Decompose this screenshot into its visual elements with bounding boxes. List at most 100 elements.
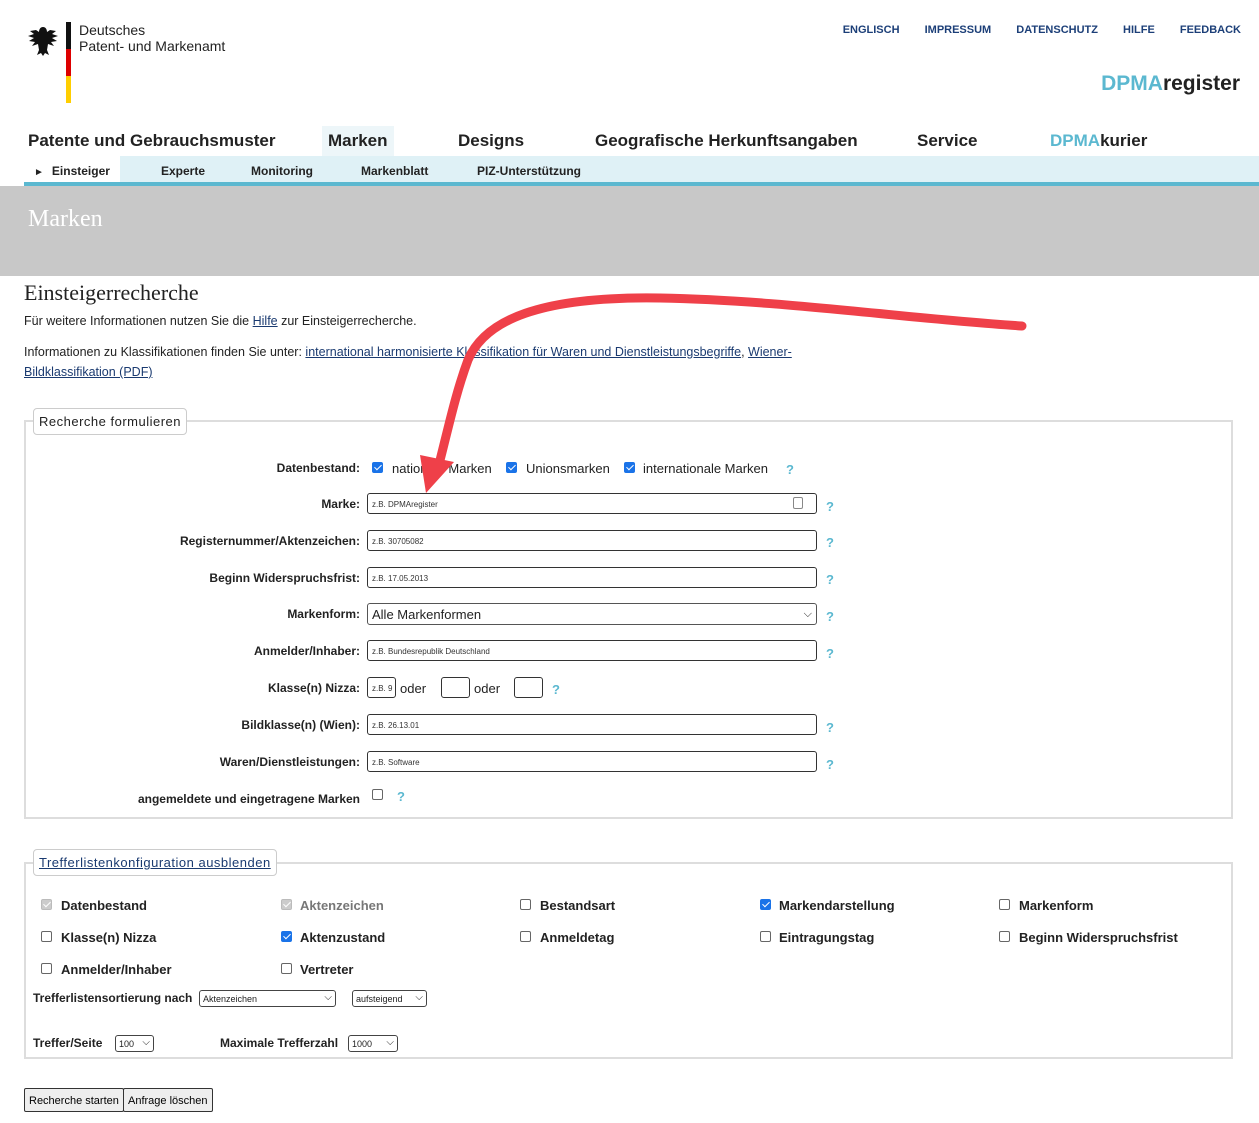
link-datenschutz[interactable]: DATENSCHUTZ	[1016, 24, 1098, 36]
anmelder-input[interactable]: z.B. Bundesrepublik Deutschland	[367, 640, 817, 661]
checkbox-col-datenbestand[interactable]	[41, 899, 52, 910]
help-widerspruchsfrist-icon[interactable]: ?	[826, 572, 834, 587]
org-name: Deutsches Patent- und Markenamt	[79, 22, 226, 54]
sort-field-select[interactable]: Aktenzeichen ⌵	[199, 990, 336, 1007]
help-klasse-nizza-icon[interactable]: ?	[552, 682, 560, 697]
checkbox-col-bestandsart[interactable]	[520, 899, 531, 910]
markenform-select[interactable]: Alle Markenformen ⌵	[367, 603, 817, 625]
checkbox-col-vertreter[interactable]	[281, 963, 292, 974]
nizza-classification-link[interactable]: international harmonisierte Klassifikati…	[305, 345, 741, 359]
section-banner: Marken	[0, 186, 1259, 276]
subnav-piz-unterstuetzung[interactable]: PIZ-Unterstützung	[477, 156, 581, 182]
help-anmelder-icon[interactable]: ?	[826, 646, 834, 661]
chevron-down-icon: ⌵	[803, 608, 812, 620]
label-col-aktenzustand: Aktenzustand	[300, 930, 386, 945]
help-marke-icon[interactable]: ?	[826, 499, 834, 514]
chevron-down-icon: ⌵	[324, 992, 332, 1003]
marke-label: Marke:	[321, 497, 360, 511]
label-col-anmelder-inhaber: Anmelder/Inhaber	[61, 962, 172, 977]
nav-marken[interactable]: Marken	[322, 126, 394, 156]
checkbox-nationale-marken[interactable]	[372, 462, 383, 473]
per-page-label: Treffer/Seite	[33, 1036, 103, 1050]
autofill-key-icon	[793, 497, 803, 509]
registernummer-input[interactable]: z.B. 30705082	[367, 530, 817, 551]
link-impressum[interactable]: IMPRESSUM	[925, 24, 992, 36]
subnav-experte[interactable]: Experte	[161, 156, 205, 182]
top-links: ENGLISCH IMPRESSUM DATENSCHUTZ HILFE FEE…	[821, 24, 1241, 36]
nav-geografische-herkunftsangaben[interactable]: Geografische Herkunftsangaben	[595, 126, 858, 156]
nav-patente[interactable]: Patente und Gebrauchsmuster	[28, 126, 276, 156]
waren-label: Waren/Dienstleistungen:	[219, 755, 360, 769]
waren-input[interactable]: z.B. Software	[367, 751, 817, 772]
chevron-down-icon: ⌵	[142, 1037, 150, 1048]
widerspruchsfrist-input[interactable]: z.B. 17.05.2013	[367, 567, 817, 588]
label-col-vertreter: Vertreter	[300, 962, 354, 977]
help-registernummer-icon[interactable]: ?	[826, 535, 834, 550]
sort-label: Trefferlistensortierung nach	[33, 991, 193, 1005]
help-info: Für weitere Informationen nutzen Sie die…	[24, 314, 417, 328]
bildklasse-label: Bildklasse(n) (Wien):	[241, 718, 360, 732]
checkbox-col-klasse-nizza[interactable]	[41, 931, 52, 942]
label-col-anmeldetag: Anmeldetag	[540, 930, 615, 945]
checkbox-angemeldete-marken[interactable]	[372, 789, 383, 800]
nav-service[interactable]: Service	[917, 126, 978, 156]
anmelder-label: Anmelder/Inhaber:	[253, 644, 360, 658]
german-flag-bar	[66, 22, 71, 103]
sort-order-select[interactable]: aufsteigend ⌵	[352, 990, 427, 1007]
max-results-label: Maximale Trefferzahl	[220, 1036, 339, 1050]
nav-dpmakurier[interactable]: DPMAkurier	[1050, 126, 1147, 156]
chevron-down-icon: ⌵	[415, 992, 423, 1003]
banner-title: Marken	[28, 206, 103, 232]
link-englisch[interactable]: ENGLISCH	[843, 24, 900, 36]
chevron-down-icon: ⌵	[386, 1037, 394, 1048]
label-nationale-marken: nationale Marken	[392, 461, 492, 476]
checkbox-col-anmeldetag[interactable]	[520, 931, 531, 942]
link-hilfe[interactable]: HILFE	[1123, 24, 1155, 36]
checkbox-col-markendarstellung[interactable]	[760, 899, 771, 910]
angemeldete-label: angemeldete und eingetragene Marken	[137, 792, 360, 806]
checkbox-col-aktenzeichen[interactable]	[281, 899, 292, 910]
oder-label-2: oder	[474, 681, 501, 696]
search-start-button[interactable]: Recherche starten	[24, 1088, 124, 1112]
label-col-eintragungstag: Eintragungstag	[779, 930, 875, 945]
help-angemeldete-icon[interactable]: ?	[397, 789, 405, 804]
checkbox-col-aktenzustand[interactable]	[281, 931, 292, 942]
registernummer-label: Registernummer/Aktenzeichen:	[179, 534, 360, 548]
subnav-markenblatt[interactable]: Markenblatt	[361, 156, 428, 182]
label-col-markendarstellung: Markendarstellung	[779, 898, 895, 913]
clear-query-button[interactable]: Anfrage löschen	[123, 1088, 213, 1112]
help-waren-icon[interactable]: ?	[826, 757, 834, 772]
klasse-nizza-input-3[interactable]	[514, 677, 543, 698]
marke-input[interactable]: z.B. DPMAregister	[367, 493, 817, 514]
help-bildklasse-icon[interactable]: ?	[826, 720, 834, 735]
help-markenform-icon[interactable]: ?	[826, 609, 834, 624]
max-results-select[interactable]: 1000 ⌵	[348, 1035, 398, 1052]
bildklasse-input[interactable]: z.B. 26.13.01	[367, 714, 817, 735]
klasse-nizza-label: Klasse(n) Nizza:	[267, 681, 360, 695]
help-link[interactable]: Hilfe	[253, 314, 278, 328]
active-marker-icon: ►	[34, 167, 44, 178]
per-page-select[interactable]: 100 ⌵	[115, 1035, 154, 1052]
link-feedback[interactable]: FEEDBACK	[1180, 24, 1241, 36]
checkbox-col-eintragungstag[interactable]	[760, 931, 771, 942]
toggle-result-config-link[interactable]: Trefferlistenkonfiguration ausblenden	[33, 849, 277, 876]
page-title: Einsteigerrecherche	[24, 280, 199, 305]
nav-designs[interactable]: Designs	[458, 126, 524, 156]
checkbox-internationale-marken[interactable]	[624, 462, 635, 473]
klasse-nizza-input-1[interactable]: z.B. 9	[367, 677, 396, 698]
subnav-monitoring[interactable]: Monitoring	[251, 156, 313, 182]
result-config-fieldset	[24, 862, 1233, 1059]
datenbestand-label: Datenbestand:	[276, 461, 360, 475]
dpmaregister-brand[interactable]: DPMAregister	[1101, 72, 1240, 96]
checkbox-col-markenform[interactable]	[999, 899, 1010, 910]
checkbox-unionsmarken[interactable]	[506, 462, 517, 473]
search-legend: Recherche formulieren	[33, 408, 188, 435]
classification-info: Informationen zu Klassifikationen finden…	[24, 345, 792, 379]
subnav-einsteiger[interactable]: ► Einsteiger	[24, 156, 120, 182]
main-nav: Patente und Gebrauchsmuster Marken Desig…	[0, 126, 1259, 156]
klasse-nizza-input-2[interactable]	[441, 677, 470, 698]
markenform-label: Markenform:	[287, 607, 360, 621]
checkbox-col-anmelder-inhaber[interactable]	[41, 963, 52, 974]
checkbox-col-beginn-widerspruchsfrist[interactable]	[999, 931, 1010, 942]
help-datenbestand-icon[interactable]: ?	[786, 462, 794, 477]
